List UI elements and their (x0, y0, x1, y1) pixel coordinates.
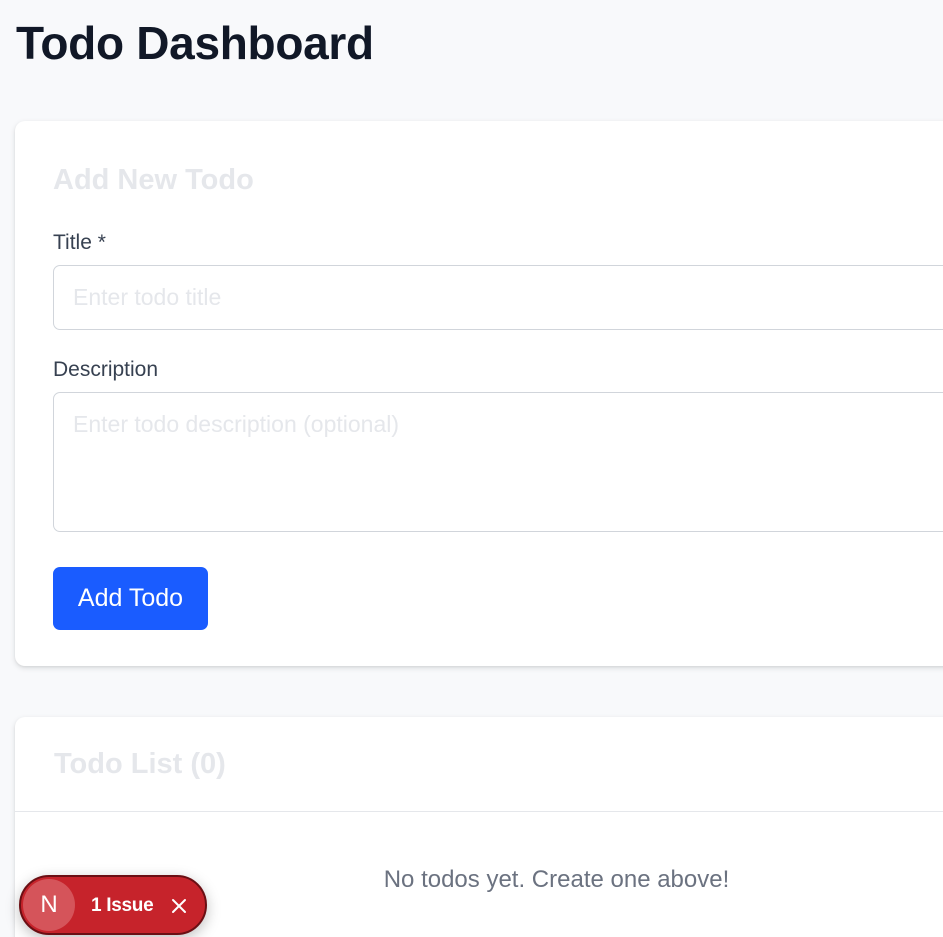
issue-count-label[interactable]: 1 Issue (91, 894, 154, 918)
description-textarea[interactable] (53, 392, 943, 532)
add-todo-button[interactable]: Add Todo (53, 567, 208, 630)
add-todo-heading: Add New Todo (53, 164, 254, 196)
add-todo-card: Add New Todo Title * Description Add Tod… (15, 121, 943, 666)
list-divider (15, 811, 943, 812)
todo-list-heading: Todo List (0) (54, 748, 226, 780)
description-label: Description (53, 358, 159, 381)
close-icon[interactable] (169, 896, 189, 916)
issue-badge[interactable]: N 1 Issue (19, 875, 207, 935)
page-title: Todo Dashboard (16, 17, 374, 69)
todo-dashboard-page: Todo Dashboard Add New Todo Title * Desc… (0, 0, 943, 937)
next-logo-icon[interactable]: N (23, 879, 75, 931)
title-label: Title * (53, 231, 106, 254)
title-input[interactable] (53, 265, 943, 330)
close-icon-glyph (172, 899, 186, 913)
